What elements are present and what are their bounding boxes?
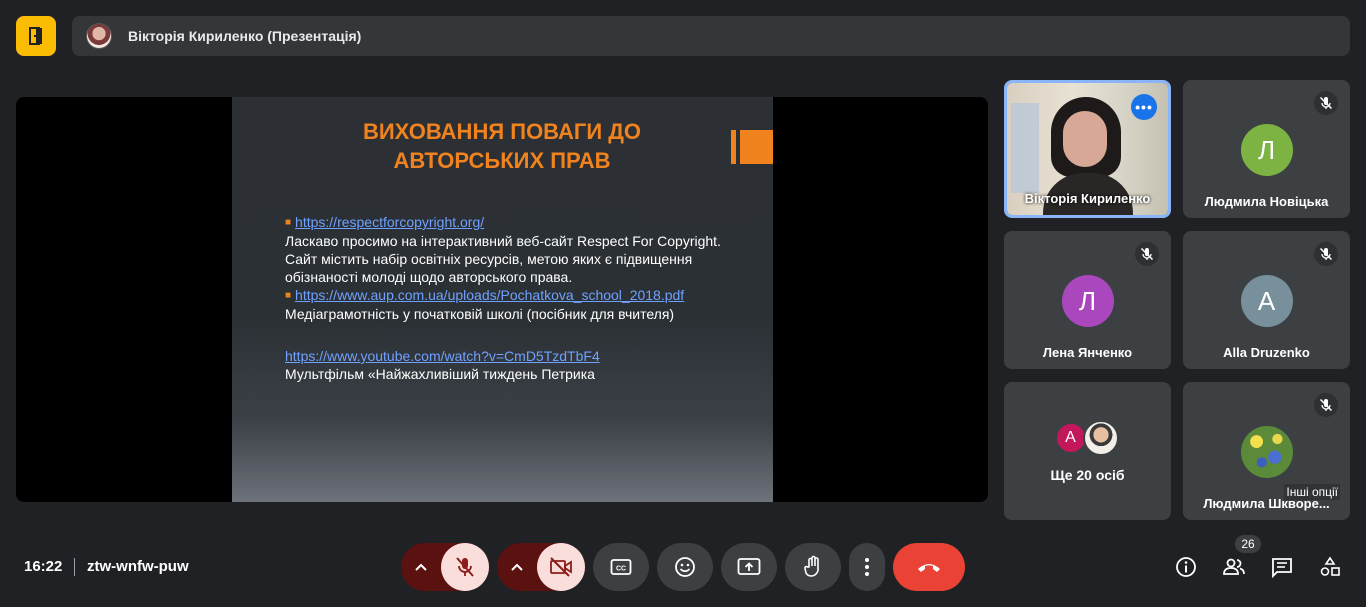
mic-options-button[interactable] [401,543,441,591]
avatar: Л [1061,275,1114,327]
participant-name: Вікторія Кириленко [1024,191,1151,206]
chevron-up-icon [511,563,523,571]
slide-text-respect: Ласкаво просимо на інтерактивний веб-сай… [285,233,721,285]
slide-text-aup: Медіаграмотність у початковій школі (пос… [285,306,675,322]
mic-off-icon [1135,242,1159,266]
avatar [1240,426,1293,478]
slide-link-youtube[interactable]: https://www.youtube.com/watch?v=CmD5TzdT… [285,348,600,364]
participants-count-badge: 26 [1235,535,1261,553]
avatar: А [1240,275,1293,327]
presenter-bar[interactable]: Вікторія Кириленко (Презентація) [72,16,1350,56]
avatar: Л [1240,124,1293,176]
camera-options-button[interactable] [497,543,537,591]
presentation-stage[interactable]: ВИХОВАННЯ ПОВАГИ ДО АВТОРСЬКИХ ПРАВ ■ htt… [16,97,988,502]
mic-toggle-button[interactable] [441,543,489,591]
bullet-icon: ■ [285,217,292,228]
present-button[interactable] [721,543,777,591]
chevron-up-icon [415,563,427,571]
door-icon [29,27,42,45]
hand-icon [804,555,819,577]
participant-tile-liudmyla-n[interactable]: Л Людмила Новіцька [1183,80,1350,218]
meeting-details-button[interactable] [1172,553,1200,581]
divider [74,558,75,576]
presenter-avatar [86,23,112,49]
bullet-icon: ■ [285,290,292,301]
mic-off-icon [1314,91,1338,115]
clock: 16:22 [24,558,63,575]
meeting-code: ztw-wnfw-puw [87,558,189,575]
others-avatars: А [1054,420,1121,456]
people-button[interactable] [1220,553,1248,581]
participant-tile-viktoriia[interactable]: ••• Вікторія Кириленко [1004,80,1171,218]
slide-link-respect[interactable]: https://respectforcopyright.org/ [295,214,484,230]
raise-hand-button[interactable] [785,543,841,591]
mic-control-group [401,543,489,591]
mic-off-icon [1314,242,1338,266]
mic-off-icon [456,557,474,577]
slide-title: ВИХОВАННЯ ПОВАГИ ДО АВТОРСЬКИХ ПРАВ [362,119,642,173]
participant-name: Alla Druzenko [1223,345,1310,360]
slide: ВИХОВАННЯ ПОВАГИ ДО АВТОРСЬКИХ ПРАВ ■ htt… [232,97,773,502]
camera-toggle-button[interactable] [537,543,585,591]
captions-icon: CC [610,559,632,575]
reactions-button[interactable] [657,543,713,591]
others-count-label: Ще 20 осіб [1050,467,1125,483]
slide-text-youtube: Мультфільм «Найжахливіший тиждень Петрик… [285,366,595,382]
participant-tile-liudmyla-sh[interactable]: Людмила Шкворе... Інші опції [1183,382,1350,520]
leave-call-button[interactable] [893,543,965,591]
more-options-icon[interactable]: ••• [1131,94,1157,120]
mic-off-icon [1314,393,1338,417]
activities-button[interactable] [1316,553,1344,581]
slide-accent-shape [731,130,773,164]
activities-icon [1320,556,1340,576]
slide-body: ■ https://respectforcopyright.org/ Ласкав… [285,213,755,383]
leave-room-button[interactable] [16,16,56,56]
participant-name: Людмила Новіцька [1204,194,1329,209]
more-options-button[interactable] [849,543,885,591]
captions-button[interactable]: CC [593,543,649,591]
tooltip: Інші опції [1284,484,1340,500]
others-tile[interactable]: А Ще 20 осіб [1004,382,1171,520]
present-screen-icon [737,558,761,575]
presenter-label: Вікторія Кириленко (Презентація) [128,28,362,44]
participant-tile-alla[interactable]: А Alla Druzenko [1183,231,1350,369]
emoji-icon [675,557,695,577]
info-icon [1176,557,1196,577]
phone-hangup-icon [918,564,940,572]
people-icon [1223,558,1245,575]
camera-control-group [497,543,585,591]
chat-icon [1272,558,1292,578]
svg-text:CC: CC [616,566,626,573]
participant-name: Лена Янченко [1042,345,1133,360]
camera-off-icon [550,557,572,577]
avatar [1082,420,1119,456]
participant-tile-lena[interactable]: Л Лена Янченко [1004,231,1171,369]
chat-button[interactable] [1268,553,1296,581]
slide-link-aup[interactable]: https://www.aup.com.ua/uploads/Pochatkov… [295,287,684,303]
more-vert-icon [865,558,869,576]
